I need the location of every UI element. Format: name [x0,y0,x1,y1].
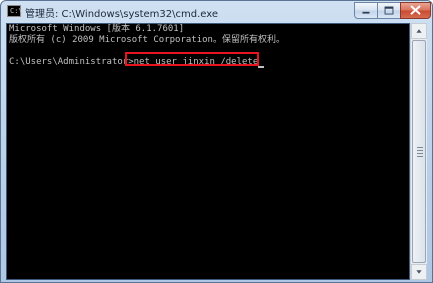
title-bar[interactable]: C:\ 管理员: C:\Windows\system32\cmd.exe [1,1,432,23]
thumb-grip-line [417,147,423,148]
maximize-button[interactable] [377,2,401,19]
minimize-button[interactable] [354,2,378,19]
console-line-copyright: 版权所有 (c) 2009 Microsoft Corporation。保留所有… [9,35,285,45]
arrow-up-icon [416,29,422,33]
minimize-icon [362,11,370,14]
console-line-version: Microsoft Windows [版本 6.1.7601] [9,24,185,34]
console-prompt: C:\Users\Administrator> [9,57,134,67]
scroll-up-button[interactable] [411,23,427,39]
cmd-icon[interactable]: C:\ [7,5,23,17]
console-output[interactable]: Microsoft Windows [版本 6.1.7601] 版权所有 (c)… [6,23,410,280]
scrollbar-thumb[interactable] [412,40,426,263]
close-button[interactable] [400,2,431,19]
scroll-down-button[interactable] [411,264,427,280]
window-title: 管理员: C:\Windows\system32\cmd.exe [25,9,219,20]
text-cursor [258,66,265,68]
cmd-window: C:\ 管理员: C:\Windows\system32\cmd.exe Mic… [0,0,433,283]
thumb-grip-line [417,156,423,157]
thumb-grip-line [417,150,423,151]
arrow-down-icon [416,270,422,274]
command-highlight-box [125,52,259,66]
thumb-grip-line [417,153,423,154]
maximize-icon [384,6,394,15]
vertical-scrollbar[interactable] [410,23,427,280]
close-icon [410,5,421,15]
